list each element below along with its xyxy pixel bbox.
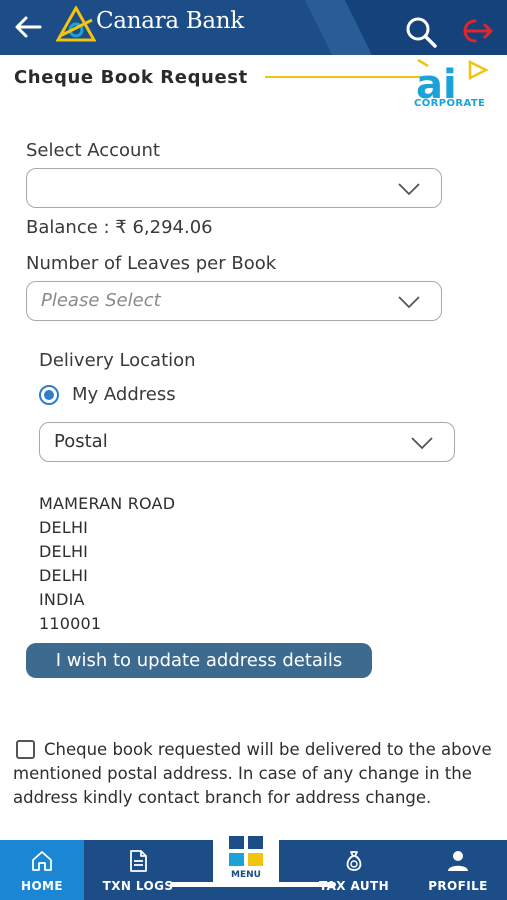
select-account-label: Select Account (26, 140, 160, 161)
address-line: INDIA (39, 590, 85, 609)
app-header: Canara Bank (0, 0, 507, 55)
page-title: Cheque Book Request (14, 67, 248, 88)
leaves-dropdown[interactable]: Please Select (26, 281, 442, 321)
nav-tax-auth[interactable]: TAX AUTH (312, 840, 396, 900)
my-address-radio[interactable] (39, 385, 59, 405)
update-address-button[interactable]: I wish to update address details (26, 643, 372, 678)
logout-icon[interactable] (455, 16, 495, 46)
address-line: DELHI (39, 542, 89, 561)
nav-txn-logs-label: TXN LOGS (102, 879, 174, 893)
nav-home-label: HOME (21, 879, 63, 893)
delivery-mode-dropdown[interactable]: Postal (39, 422, 455, 462)
chevron-down-icon (398, 183, 420, 196)
nav-menu[interactable]: MENU (213, 826, 279, 884)
grid-menu-icon (229, 836, 263, 866)
home-icon (32, 851, 52, 871)
money-bag-icon (346, 851, 362, 871)
nav-profile[interactable]: PROFILE (416, 840, 500, 900)
address-line: MAMERAN ROAD (39, 494, 176, 513)
search-icon[interactable] (403, 14, 439, 50)
document-icon (130, 850, 147, 872)
ai-corporate-label: CORPORATE (414, 98, 486, 109)
postal-address: MAMERAN ROAD DELHI DELHI DELHI INDIA 110… (39, 492, 175, 636)
leaves-placeholder: Please Select (41, 290, 161, 311)
address-line: DELHI (39, 566, 89, 585)
chevron-down-icon (411, 437, 433, 450)
leaves-label: Number of Leaves per Book (26, 253, 277, 274)
select-account-dropdown[interactable] (26, 168, 442, 208)
brand-name: Canara Bank (96, 8, 244, 34)
back-arrow-icon[interactable] (12, 10, 46, 44)
address-line: 110001 (39, 614, 102, 633)
balance-text: Balance : ₹ 6,294.06 (26, 217, 213, 238)
nav-home[interactable]: HOME (0, 840, 84, 900)
my-address-label[interactable]: My Address (72, 384, 176, 405)
chevron-down-icon (398, 296, 420, 309)
home-indicator (170, 882, 336, 887)
nav-txn-logs[interactable]: TXN LOGS (96, 840, 180, 900)
canara-logo-icon (56, 6, 96, 42)
title-underline (265, 76, 420, 78)
delivery-mode-value: Postal (54, 431, 108, 452)
address-line: DELHI (39, 518, 89, 537)
delivery-location-label: Delivery Location (39, 350, 196, 371)
nav-menu-label: MENU (231, 870, 261, 880)
delivery-notice-text: Cheque book requested will be delivered … (13, 740, 492, 807)
nav-profile-label: PROFILE (428, 879, 488, 893)
user-icon (448, 851, 468, 871)
